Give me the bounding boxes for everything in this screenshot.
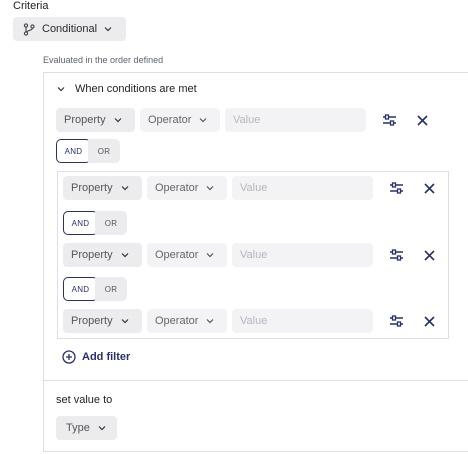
and-option[interactable]: AND: [63, 211, 98, 235]
chevron-down-icon: [57, 87, 65, 92]
property-select[interactable]: Property: [56, 108, 135, 132]
chevron-down-icon: [206, 319, 214, 324]
logic-toggle: AND OR: [56, 139, 120, 163]
property-label: Property: [64, 114, 106, 126]
operator-select[interactable]: Operator: [147, 243, 227, 267]
chevron-down-icon: [121, 253, 129, 258]
logic-toggle: AND OR: [63, 211, 127, 235]
set-value-label: set value to: [56, 394, 113, 406]
close-icon[interactable]: [420, 246, 438, 264]
chevron-down-icon: [114, 118, 122, 123]
chevron-down-icon: [206, 253, 214, 258]
filter-settings-icon[interactable]: [387, 246, 405, 264]
add-filter-button[interactable]: Add filter: [62, 350, 130, 364]
chevron-down-icon: [199, 118, 207, 123]
condition-row: Property Operator: [63, 176, 373, 200]
chevron-down-icon: [98, 426, 106, 431]
filter-settings-icon[interactable]: [387, 312, 405, 330]
condition-row: Property Operator: [56, 108, 366, 132]
or-option[interactable]: OR: [95, 211, 127, 235]
chevron-down-icon: [206, 186, 214, 191]
close-icon[interactable]: [420, 312, 438, 330]
chevron-down-icon: [104, 27, 112, 32]
close-icon[interactable]: [413, 111, 431, 129]
mode-label: Conditional: [42, 23, 98, 35]
property-label: Property: [71, 249, 113, 261]
operator-label: Operator: [155, 182, 199, 194]
plus-circle-icon: [62, 350, 76, 364]
filter-settings-icon[interactable]: [380, 111, 398, 129]
condition-row: Property Operator: [63, 243, 373, 267]
type-dropdown[interactable]: Type: [56, 416, 117, 440]
operator-select[interactable]: Operator: [147, 176, 227, 200]
operator-select[interactable]: Operator: [147, 309, 227, 333]
branch-icon: [23, 22, 35, 36]
evaluation-note: Evaluated in the order defined: [43, 55, 164, 65]
operator-label: Operator: [148, 114, 192, 126]
add-filter-label: Add filter: [82, 351, 131, 363]
conditions-panel: When conditions are met Property Operato…: [43, 72, 468, 452]
or-option[interactable]: OR: [95, 277, 127, 301]
criteria-label: Criteria: [13, 0, 49, 12]
property-label: Property: [71, 182, 113, 194]
and-option[interactable]: AND: [63, 277, 98, 301]
chevron-down-icon: [121, 186, 129, 191]
property-select[interactable]: Property: [63, 176, 142, 200]
value-input[interactable]: [232, 243, 373, 267]
divider: [44, 380, 468, 381]
value-input[interactable]: [225, 108, 366, 132]
condition-row: Property Operator: [63, 309, 373, 333]
mode-dropdown[interactable]: Conditional: [13, 17, 126, 41]
and-option[interactable]: AND: [56, 139, 91, 163]
property-select[interactable]: Property: [63, 309, 142, 333]
chevron-down-icon: [121, 319, 129, 324]
property-label: Property: [71, 315, 113, 327]
operator-label: Operator: [155, 249, 199, 261]
operator-select[interactable]: Operator: [140, 108, 220, 132]
property-select[interactable]: Property: [63, 243, 142, 267]
conditions-header[interactable]: When conditions are met: [57, 83, 197, 95]
operator-label: Operator: [155, 315, 199, 327]
value-input[interactable]: [232, 176, 373, 200]
value-input[interactable]: [232, 309, 373, 333]
filter-group: Property Operator AND OR Property: [57, 171, 449, 339]
type-label: Type: [66, 422, 90, 434]
filter-settings-icon[interactable]: [387, 179, 405, 197]
close-icon[interactable]: [420, 179, 438, 197]
logic-toggle: AND OR: [63, 277, 127, 301]
or-option[interactable]: OR: [88, 139, 120, 163]
conditions-title: When conditions are met: [75, 83, 197, 95]
